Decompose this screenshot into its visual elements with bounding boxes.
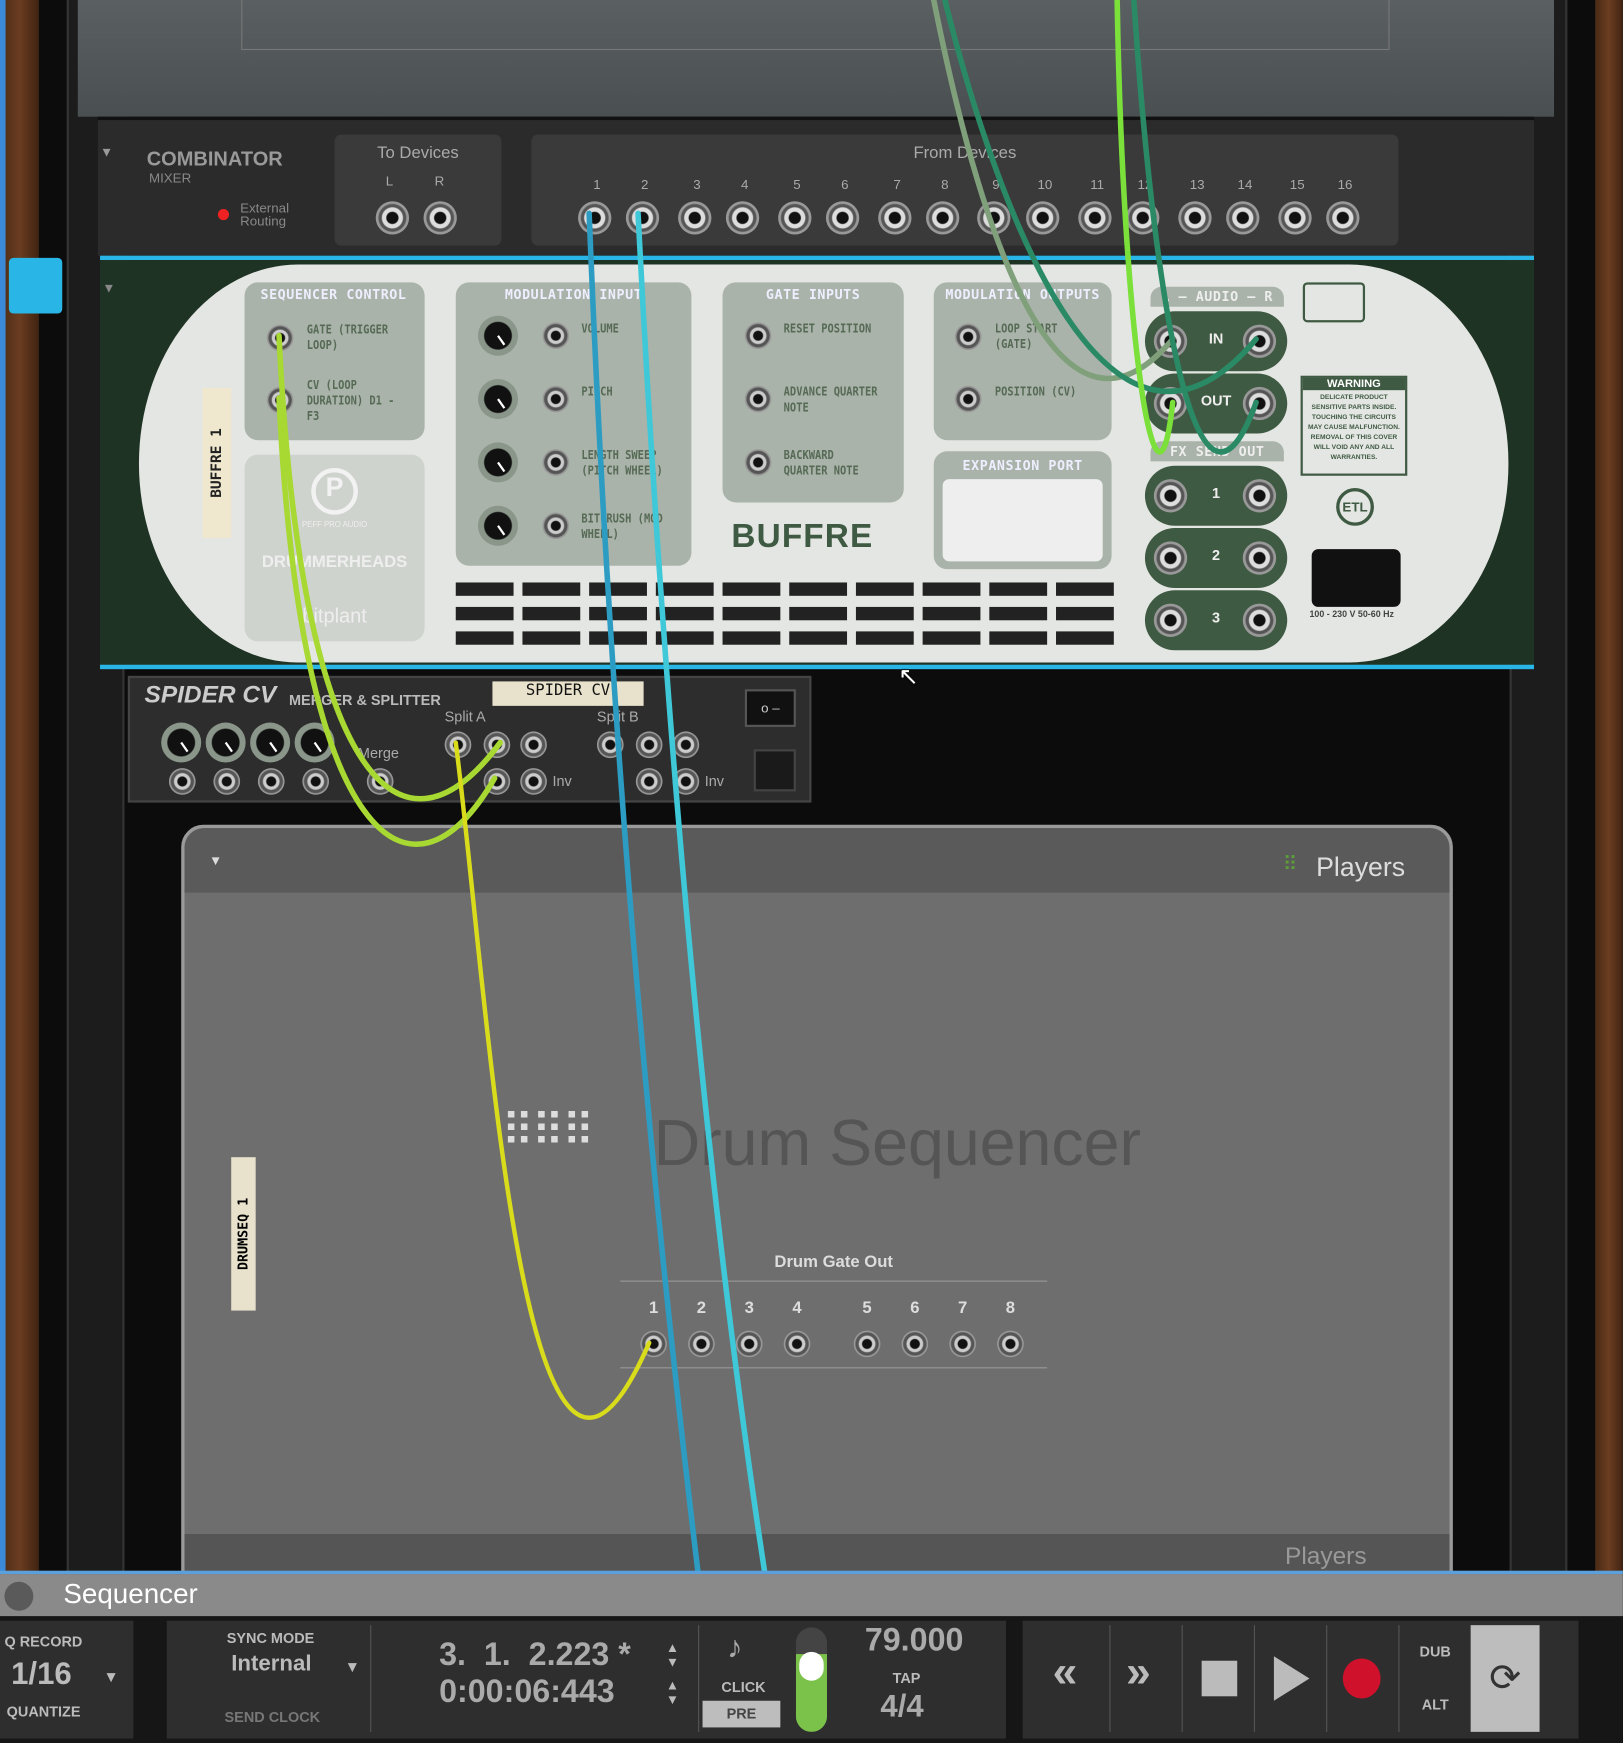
sync-mode-select[interactable]: Internal xyxy=(231,1652,311,1678)
cable-yellow xyxy=(453,740,652,1420)
sync-mode-label: SYNC MODE xyxy=(226,1629,315,1647)
metronome-icon[interactable]: ♪ xyxy=(727,1630,743,1666)
cable-blue xyxy=(586,210,701,1573)
stop-icon[interactable] xyxy=(1201,1660,1238,1697)
click-level-thumb[interactable] xyxy=(799,1651,824,1681)
alt-button[interactable]: ALT xyxy=(1422,1696,1449,1713)
click-level-slider[interactable] xyxy=(795,1627,828,1732)
record-icon[interactable] xyxy=(1342,1658,1381,1699)
quantize-dropdown-icon[interactable]: ▼ xyxy=(103,1667,118,1685)
cable-green-1 xyxy=(276,332,503,802)
position-time-stepper[interactable]: ▲ ▼ xyxy=(666,1678,679,1708)
mouse-cursor-icon: ↖ xyxy=(898,662,919,691)
quantize-select[interactable]: 1/16 xyxy=(11,1656,72,1692)
position-bars-stepper[interactable]: ▲ ▼ xyxy=(666,1640,679,1670)
send-clock-button[interactable]: SEND CLOCK xyxy=(225,1709,321,1726)
patch-cables xyxy=(276,0,1259,1573)
dub-button[interactable]: DUB xyxy=(1420,1643,1451,1660)
click-label: CLICK xyxy=(721,1678,766,1696)
q-record-label: Q RECORD xyxy=(4,1632,83,1650)
song-position-time[interactable]: 0:00:06:443 xyxy=(439,1674,615,1711)
reason-rack-window: ▼ COMBINATOR MIXER External Routing To D… xyxy=(0,0,1623,1743)
time-signature-display[interactable]: 4/4 xyxy=(880,1689,923,1725)
track-header: Sequencer xyxy=(0,1574,1623,1617)
pre-button[interactable]: PRE xyxy=(702,1700,781,1728)
fast-forward-icon[interactable]: » xyxy=(1126,1647,1151,1697)
cable-lime xyxy=(1114,0,1176,455)
song-position-bars[interactable]: 3. 1. 2.223 * xyxy=(439,1637,631,1674)
sync-dropdown-icon[interactable]: ▼ xyxy=(345,1657,360,1675)
loop-toggle-icon[interactable]: ⟳ xyxy=(1470,1625,1540,1732)
track-name: Sequencer xyxy=(63,1578,198,1610)
tempo-display[interactable]: 79.000 xyxy=(865,1623,964,1660)
tap-button[interactable]: TAP xyxy=(893,1670,921,1687)
play-icon[interactable] xyxy=(1273,1656,1310,1701)
track-indicator[interactable] xyxy=(4,1581,34,1611)
quantize-label: QUANTIZE xyxy=(6,1702,81,1720)
cable-cyan xyxy=(635,210,768,1573)
rewind-icon[interactable]: « xyxy=(1053,1647,1078,1697)
cable-teal-1 xyxy=(942,0,1259,395)
